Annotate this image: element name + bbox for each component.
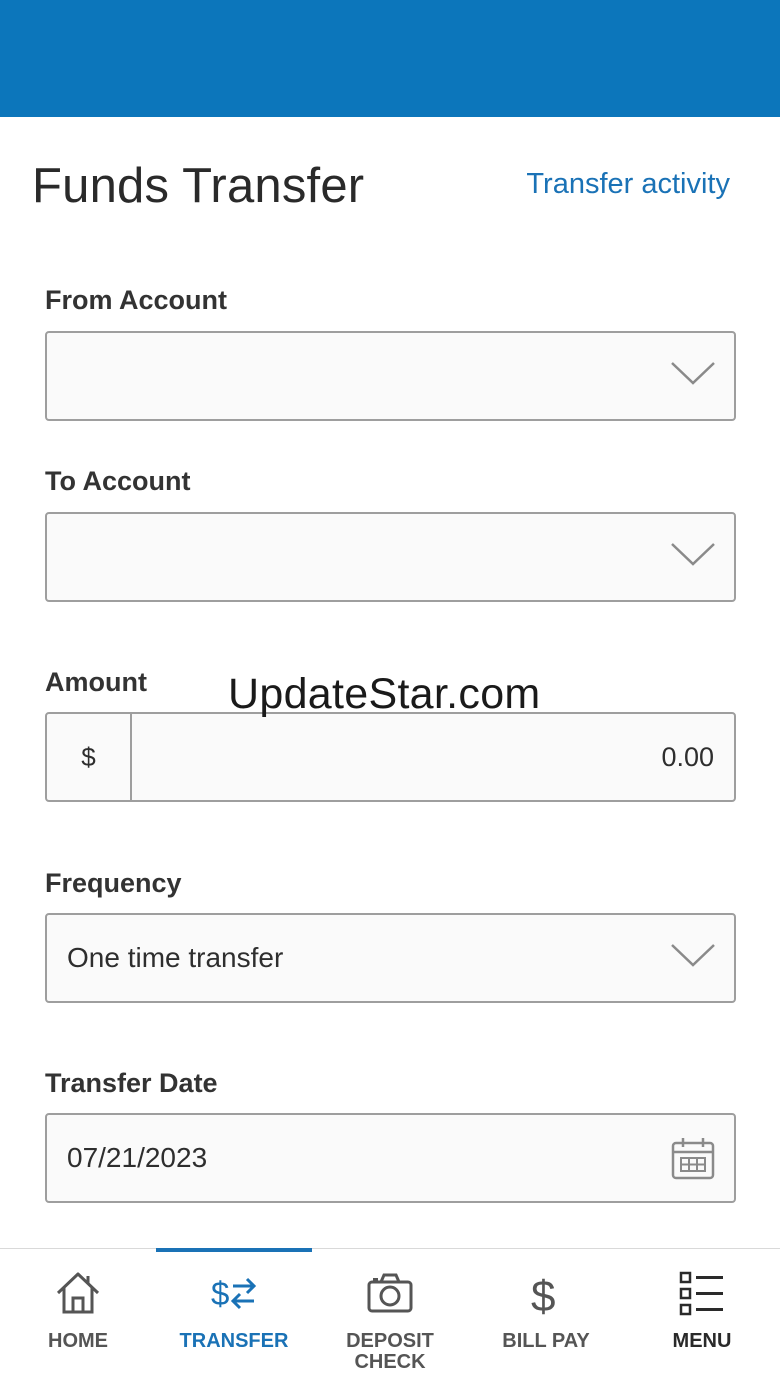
calendar-icon[interactable] [670, 1136, 716, 1182]
amount-label: Amount [45, 667, 147, 697]
nav-menu-label: MENU [672, 1330, 732, 1352]
nav-deposit-check-label: DEPOSIT CHECK [312, 1331, 468, 1373]
nav-bill-pay-label: BILL PAY [502, 1330, 590, 1352]
to-account-select[interactable] [45, 512, 736, 602]
frequency-value: One time transfer [67, 942, 284, 973]
nav-home[interactable]: HOME [0, 1249, 156, 1387]
camera-icon [366, 1269, 414, 1317]
nav-menu[interactable]: MENU [624, 1249, 780, 1387]
dollar-icon: $ [522, 1269, 570, 1317]
home-icon [54, 1269, 102, 1317]
frequency-select[interactable]: One time transfer [45, 913, 736, 1003]
currency-symbol: $ [47, 714, 132, 800]
nav-transfer[interactable]: $ TRANSFER [156, 1248, 312, 1387]
nav-bill-pay[interactable]: $ BILL PAY [468, 1249, 624, 1387]
transfer-icon: $ [210, 1269, 258, 1317]
chevron-down-icon [670, 941, 716, 969]
frequency-label: Frequency [45, 868, 182, 898]
nav-deposit-check[interactable]: DEPOSIT CHECK [312, 1249, 468, 1387]
amount-input[interactable]: $ 0.00 [45, 712, 736, 802]
top-app-bar [0, 0, 780, 117]
amount-value: 0.00 [661, 742, 714, 772]
to-account-label: To Account [45, 466, 191, 496]
from-account-label: From Account [45, 285, 227, 315]
transfer-activity-link[interactable]: Transfer activity [526, 168, 730, 201]
watermark: UpdateStar.com [228, 670, 541, 718]
transfer-date-value: 07/21/2023 [67, 1142, 208, 1173]
nav-deposit-line2: CHECK [354, 1351, 426, 1373]
transfer-date-label: Transfer Date [45, 1068, 218, 1098]
menu-icon [678, 1269, 726, 1317]
nav-home-label: HOME [48, 1330, 108, 1352]
from-account-select[interactable] [45, 331, 736, 421]
svg-text:$: $ [531, 1272, 555, 1317]
bottom-nav: HOME $ TRANSFER DEPOSIT CHECK $ BILL PAY… [0, 1248, 780, 1387]
transfer-date-input[interactable]: 07/21/2023 [45, 1113, 736, 1203]
nav-transfer-label: TRANSFER [179, 1330, 289, 1352]
svg-text:$: $ [211, 1275, 229, 1312]
page-title: Funds Transfer [32, 159, 365, 213]
chevron-down-icon [670, 359, 716, 387]
nav-deposit-line1: DEPOSIT [346, 1330, 434, 1352]
chevron-down-icon [670, 540, 716, 568]
